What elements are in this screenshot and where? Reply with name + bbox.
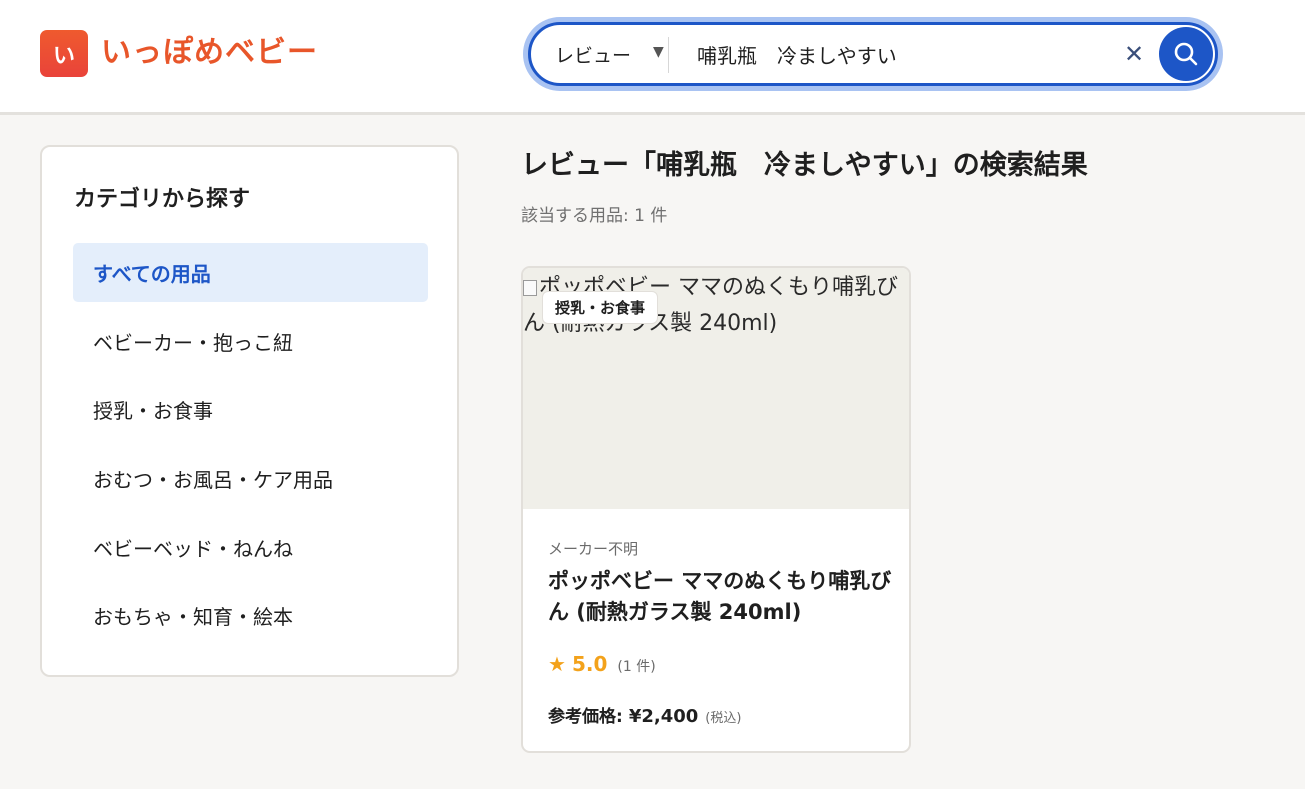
sidebar-item-bed-sleep[interactable]: ベビーベッド・ねんね <box>73 518 428 577</box>
sidebar-title: カテゴリから探す <box>74 187 251 212</box>
result-count: 該当する用品: 1 件 <box>521 206 668 226</box>
price-label: 参考価格: <box>548 707 623 727</box>
rating-value: 5.0 <box>571 652 608 676</box>
product-price: 参考価格: ¥2,400 (税込) <box>548 702 741 727</box>
search-scope-select[interactable]: レビュー <box>555 25 631 83</box>
search-box: レビュー ▼ ✕ <box>528 22 1218 86</box>
product-card[interactable]: ポッポベビー ママのぬくもり哺乳びん (耐熱ガラス製 240ml) 授乳・お食事… <box>521 266 911 753</box>
divider <box>668 37 669 73</box>
sidebar-item-stroller-carrier[interactable]: ベビーカー・抱っこ紐 <box>73 312 428 371</box>
product-rating: ★ 5.0 (1 件) <box>548 652 656 676</box>
sidebar-item-diaper-bath-care[interactable]: おむつ・お風呂・ケア用品 <box>73 449 428 508</box>
sidebar-item-toys-books[interactable]: おもちゃ・知育・絵本 <box>73 586 428 645</box>
sidebar-item-all[interactable]: すべての用品 <box>73 243 428 302</box>
star-icon: ★ <box>548 652 566 676</box>
search-icon <box>1174 42 1198 66</box>
product-image[interactable]: ポッポベビー ママのぬくもり哺乳びん (耐熱ガラス製 240ml) 授乳・お食事 <box>523 268 909 509</box>
product-maker: メーカー不明 <box>548 540 639 558</box>
product-name[interactable]: ポッポベビー ママのぬくもり哺乳びん (耐熱ガラス製 240ml) <box>548 566 893 628</box>
review-count: (1 件) <box>617 659 656 675</box>
logo-icon[interactable]: い <box>40 30 88 77</box>
page-title: レビュー「哺乳瓶 冷ましやすい」の検索結果 <box>521 150 1088 181</box>
clear-search-button[interactable]: ✕ <box>1119 39 1149 69</box>
site-header: い いっぽめベビー レビュー ▼ ✕ <box>0 0 1305 115</box>
tax-note: (税込) <box>705 711 742 726</box>
logo-text[interactable]: いっぽめベビー <box>101 32 318 74</box>
search-bar: レビュー ▼ ✕ <box>523 17 1223 91</box>
search-input[interactable] <box>697 25 1117 83</box>
search-button[interactable] <box>1159 27 1213 81</box>
search-scope-label: レビュー <box>555 44 632 67</box>
chevron-down-icon[interactable]: ▼ <box>653 44 664 60</box>
category-sidebar: カテゴリから探す すべての用品 ベビーカー・抱っこ紐 授乳・お食事 おむつ・お風… <box>40 145 459 677</box>
price-value: ¥2,400 <box>628 706 699 727</box>
category-tag: 授乳・お食事 <box>542 291 659 324</box>
broken-image-icon <box>523 280 537 296</box>
sidebar-item-feeding[interactable]: 授乳・お食事 <box>73 380 428 439</box>
close-icon: ✕ <box>1123 40 1145 68</box>
